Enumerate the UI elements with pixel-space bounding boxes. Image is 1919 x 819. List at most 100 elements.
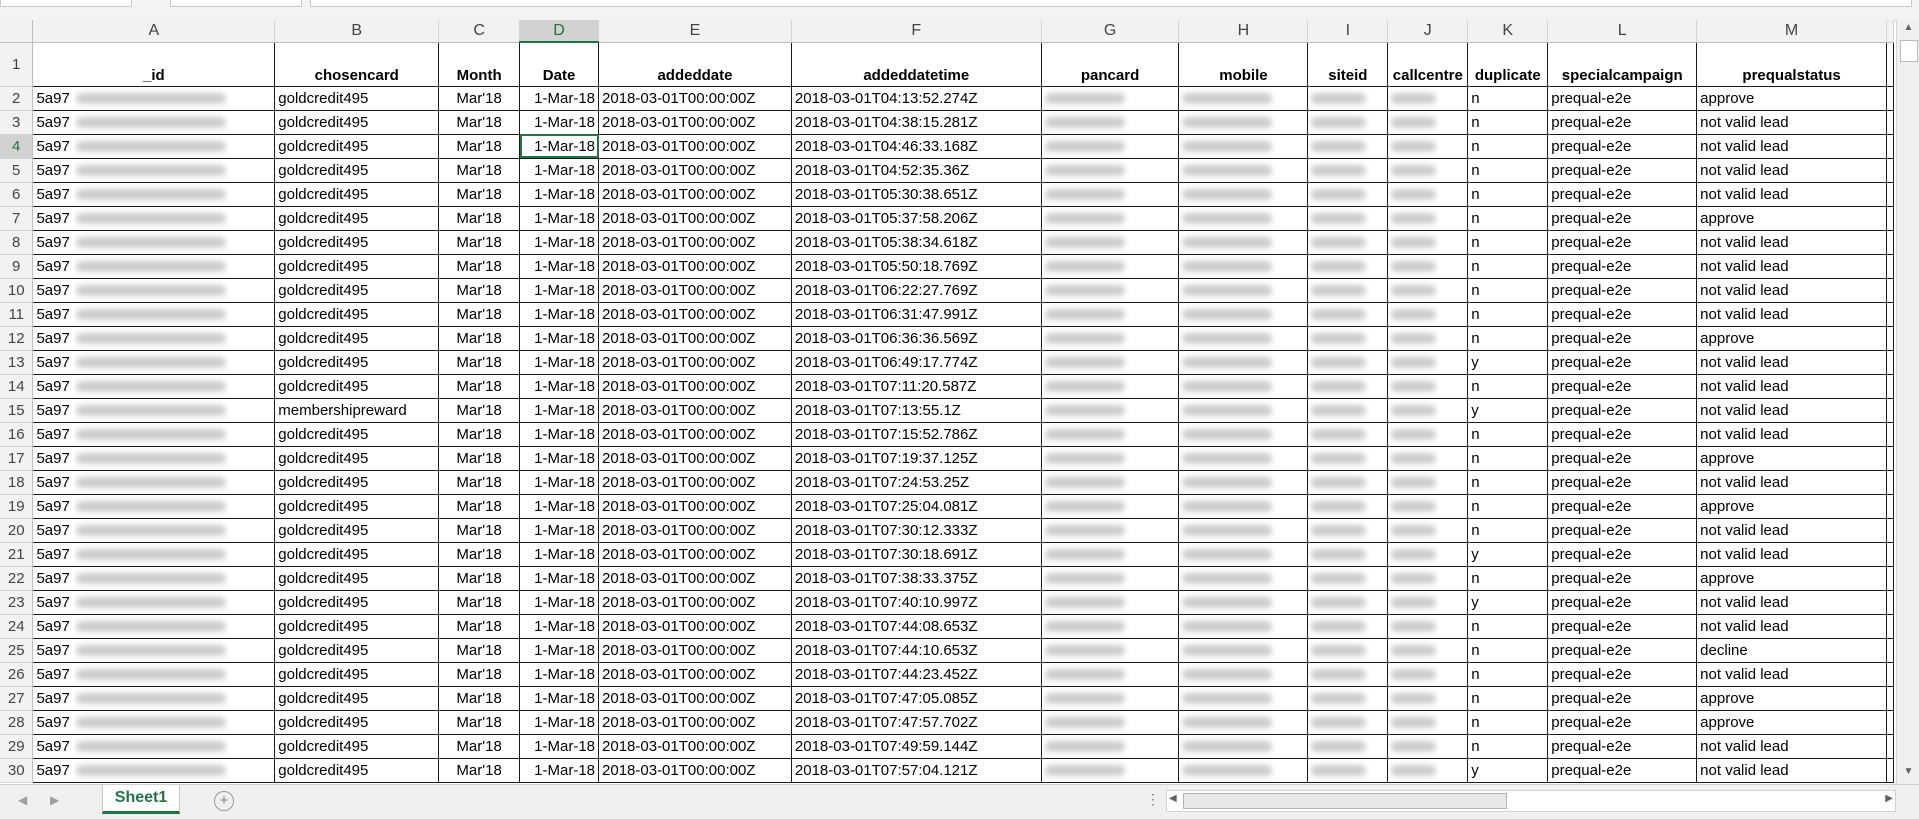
chosencard-cell[interactable]: goldcredit495 — [274, 446, 440, 471]
cell[interactable] — [1886, 542, 1894, 567]
addeddate-cell[interactable]: 2018-03-01T00:00:00Z — [598, 278, 792, 303]
prequalstatus-cell[interactable]: not valid lead — [1696, 422, 1887, 447]
mobile-cell[interactable] — [1178, 158, 1309, 183]
addeddate-cell[interactable]: 2018-03-01T00:00:00Z — [598, 230, 792, 255]
callcentre-cell[interactable] — [1387, 374, 1469, 399]
siteid-cell[interactable] — [1307, 710, 1389, 735]
name-box[interactable] — [0, 0, 132, 7]
siteid-cell[interactable] — [1307, 590, 1389, 615]
date-cell[interactable]: 1-Mar-18 — [519, 230, 600, 255]
date-cell[interactable]: 1-Mar-18 — [519, 350, 600, 375]
row-header[interactable]: 3 — [0, 110, 34, 135]
specialcampaign-cell[interactable]: prequal-e2e — [1547, 518, 1698, 543]
addeddate-cell[interactable]: 2018-03-01T00:00:00Z — [598, 302, 792, 327]
column-header-m[interactable]: M — [1696, 20, 1887, 43]
month-cell[interactable]: Mar'18 — [438, 110, 521, 135]
siteid-cell[interactable] — [1307, 158, 1389, 183]
addeddate-cell[interactable]: 2018-03-01T00:00:00Z — [598, 326, 792, 351]
addeddatetime-cell[interactable]: 2018-03-01T07:49:59.144Z — [791, 734, 1042, 759]
callcentre-cell[interactable] — [1387, 518, 1469, 543]
prequalstatus-cell[interactable]: approve — [1696, 494, 1887, 519]
month-cell[interactable]: Mar'18 — [438, 590, 521, 615]
function-box[interactable] — [170, 0, 302, 7]
addeddatetime-cell[interactable]: 2018-03-01T07:44:23.452Z — [791, 662, 1042, 687]
pancard-cell[interactable] — [1041, 110, 1180, 135]
addeddate-cell[interactable]: 2018-03-01T00:00:00Z — [598, 446, 792, 471]
duplicate-cell[interactable]: n — [1467, 638, 1549, 663]
specialcampaign-cell[interactable]: prequal-e2e — [1547, 590, 1698, 615]
specialcampaign-cell[interactable]: prequal-e2e — [1547, 86, 1698, 111]
row-header[interactable]: 26 — [0, 662, 34, 687]
prequalstatus-cell[interactable]: not valid lead — [1696, 758, 1887, 783]
duplicate-cell[interactable]: n — [1467, 710, 1549, 735]
pancard-cell[interactable] — [1041, 326, 1180, 351]
date-cell[interactable]: 1-Mar-18 — [519, 182, 600, 207]
date-cell[interactable]: 1-Mar-18 — [519, 758, 600, 783]
row-header[interactable]: 22 — [0, 566, 34, 591]
siteid-cell[interactable] — [1307, 134, 1389, 159]
specialcampaign-cell[interactable]: prequal-e2e — [1547, 446, 1698, 471]
scroll-left-icon[interactable]: ◀ — [1169, 793, 1177, 804]
addeddatetime-cell[interactable]: 2018-03-01T07:47:57.702Z — [791, 710, 1042, 735]
column-header-d[interactable]: D — [519, 20, 600, 43]
cell[interactable] — [1886, 710, 1894, 735]
date-cell[interactable]: 1-Mar-18 — [519, 254, 600, 279]
callcentre-cell[interactable] — [1387, 566, 1469, 591]
chosencard-cell[interactable]: goldcredit495 — [274, 134, 440, 159]
id-cell[interactable]: 5a97 — [32, 350, 276, 375]
month-cell[interactable]: Mar'18 — [438, 638, 521, 663]
specialcampaign-cell[interactable]: prequal-e2e — [1547, 230, 1698, 255]
cell[interactable] — [1886, 398, 1894, 423]
pancard-cell[interactable] — [1041, 638, 1180, 663]
column-header-e[interactable]: E — [598, 20, 792, 43]
duplicate-cell[interactable]: n — [1467, 182, 1549, 207]
pancard-cell[interactable] — [1041, 350, 1180, 375]
chosencard-cell[interactable]: goldcredit495 — [274, 710, 440, 735]
prequalstatus-cell[interactable]: approve — [1696, 710, 1887, 735]
addeddatetime-cell[interactable]: 2018-03-01T07:13:55.1Z — [791, 398, 1042, 423]
cell[interactable] — [1886, 230, 1894, 255]
cell[interactable] — [1886, 590, 1894, 615]
addeddate-cell[interactable]: 2018-03-01T00:00:00Z — [598, 518, 792, 543]
callcentre-cell[interactable] — [1387, 254, 1469, 279]
id-cell[interactable]: 5a97 — [32, 422, 276, 447]
prequalstatus-cell[interactable]: not valid lead — [1696, 590, 1887, 615]
pancard-cell[interactable] — [1041, 302, 1180, 327]
month-cell[interactable]: Mar'18 — [438, 206, 521, 231]
addeddate-cell[interactable]: 2018-03-01T00:00:00Z — [598, 638, 792, 663]
siteid-cell[interactable] — [1307, 614, 1389, 639]
addeddatetime-cell[interactable]: 2018-03-01T07:40:10.997Z — [791, 590, 1042, 615]
date-cell[interactable]: 1-Mar-18 — [519, 278, 600, 303]
addeddate-cell[interactable]: 2018-03-01T00:00:00Z — [598, 662, 792, 687]
cell[interactable] — [1886, 134, 1894, 159]
id-cell[interactable]: 5a97 — [32, 470, 276, 495]
duplicate-cell[interactable]: n — [1467, 614, 1549, 639]
month-cell[interactable]: Mar'18 — [438, 566, 521, 591]
column-header-c[interactable]: C — [438, 20, 521, 43]
row-header[interactable]: 18 — [0, 470, 34, 495]
row-header[interactable]: 20 — [0, 518, 34, 543]
chosencard-cell[interactable]: goldcredit495 — [274, 470, 440, 495]
header-cell-date[interactable]: Date — [519, 42, 600, 87]
chosencard-cell[interactable]: goldcredit495 — [274, 566, 440, 591]
column-header-a[interactable]: A — [32, 20, 276, 43]
addeddate-cell[interactable]: 2018-03-01T00:00:00Z — [598, 614, 792, 639]
scroll-up-icon[interactable]: ▲ — [1897, 22, 1919, 38]
id-cell[interactable]: 5a97 — [32, 590, 276, 615]
column-header-i[interactable]: I — [1307, 20, 1389, 43]
callcentre-cell[interactable] — [1387, 350, 1469, 375]
callcentre-cell[interactable] — [1387, 590, 1469, 615]
cell[interactable] — [1886, 302, 1894, 327]
mobile-cell[interactable] — [1178, 110, 1309, 135]
addeddate-cell[interactable]: 2018-03-01T00:00:00Z — [598, 158, 792, 183]
prequalstatus-cell[interactable]: not valid lead — [1696, 398, 1887, 423]
chosencard-cell[interactable]: goldcredit495 — [274, 86, 440, 111]
siteid-cell[interactable] — [1307, 230, 1389, 255]
mobile-cell[interactable] — [1178, 734, 1309, 759]
month-cell[interactable]: Mar'18 — [438, 326, 521, 351]
month-cell[interactable]: Mar'18 — [438, 494, 521, 519]
duplicate-cell[interactable]: n — [1467, 566, 1549, 591]
id-cell[interactable]: 5a97 — [32, 326, 276, 351]
cell[interactable] — [1886, 662, 1894, 687]
pancard-cell[interactable] — [1041, 734, 1180, 759]
